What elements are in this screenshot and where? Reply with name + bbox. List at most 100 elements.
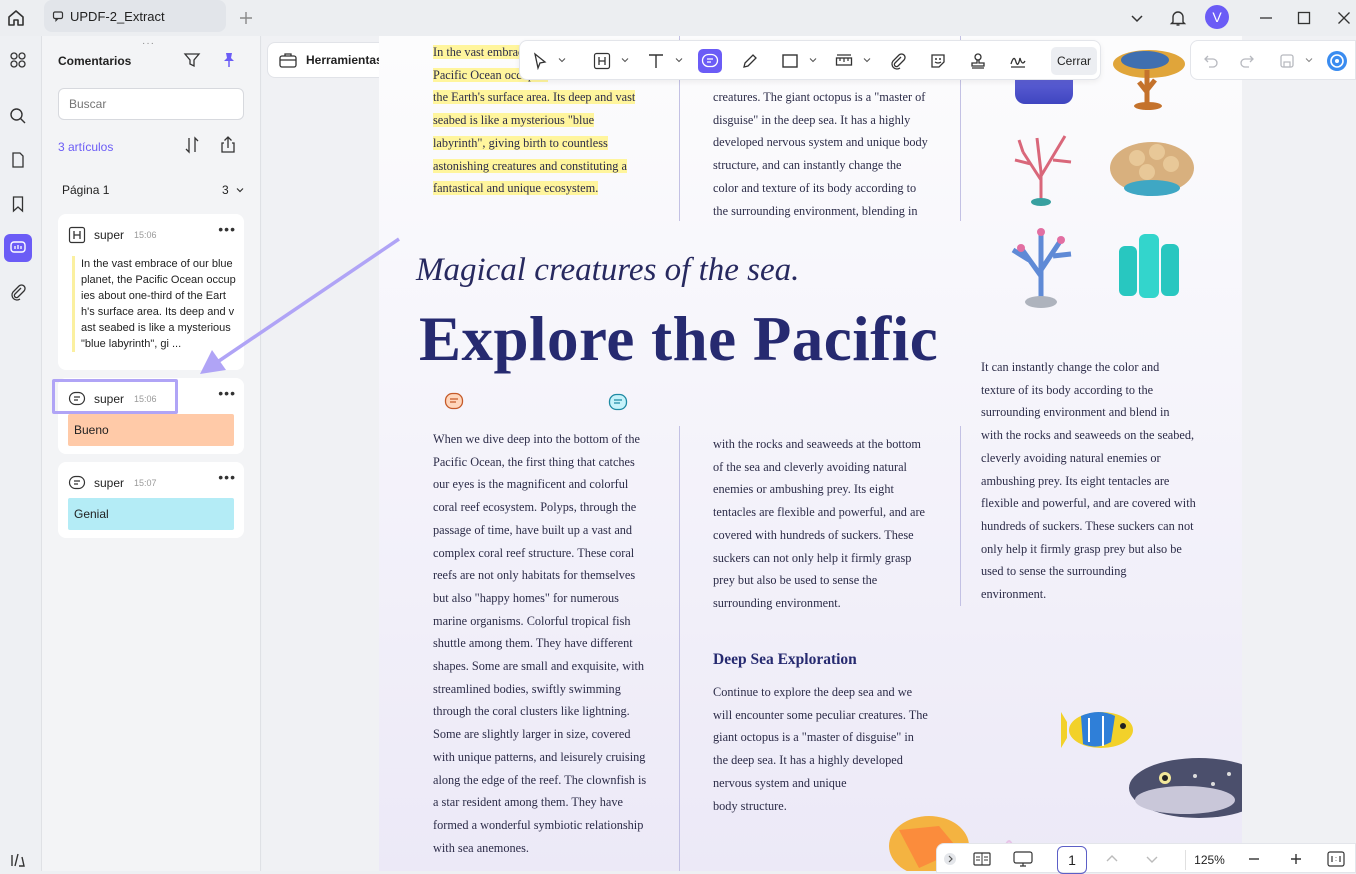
chevron-down-icon[interactable] bbox=[558, 56, 566, 64]
pages-icon[interactable] bbox=[4, 146, 32, 174]
bell-icon[interactable] bbox=[1166, 6, 1190, 30]
text-line: surrounding environment and blend in bbox=[981, 405, 1170, 420]
subtitle-heading: Magical creatures of the sea. bbox=[416, 252, 800, 288]
more-options-icon[interactable]: ••• bbox=[218, 470, 236, 484]
comments-icon[interactable] bbox=[4, 234, 32, 262]
panel-drag-handle[interactable]: ··· bbox=[142, 38, 155, 49]
close-toolbar-button[interactable]: Cerrar bbox=[1051, 47, 1097, 75]
filter-icon[interactable] bbox=[183, 51, 201, 69]
actual-size-icon[interactable] bbox=[1327, 851, 1345, 867]
comment-note-text[interactable]: Genial bbox=[68, 498, 234, 530]
text-line: complex coral reef structure. These cora… bbox=[433, 545, 635, 560]
home-icon[interactable] bbox=[4, 6, 28, 30]
text-line: with unique patterns, and leisurely crui… bbox=[433, 749, 646, 764]
document-tab[interactable]: UPDF-2_Extract bbox=[44, 0, 226, 32]
highlighted-line[interactable]: the Earth's surface area. Its deep and v… bbox=[433, 90, 636, 105]
pufferfish-image bbox=[1125, 748, 1242, 824]
maximize-icon[interactable] bbox=[1292, 6, 1316, 30]
signature-tool-icon[interactable] bbox=[1006, 49, 1030, 73]
page-group-label[interactable]: Página 1 bbox=[62, 183, 109, 197]
rectangle-tool-icon[interactable] bbox=[778, 49, 802, 73]
redo-icon[interactable] bbox=[1235, 49, 1259, 73]
column-main-left: When we dive deep into the bottom of the… bbox=[433, 428, 646, 859]
chevron-down-icon[interactable] bbox=[1125, 6, 1149, 30]
column-top-middle: creatures. The giant octopus is a "maste… bbox=[713, 86, 928, 222]
highlighted-line[interactable]: seabed is like a mysterious "blue bbox=[433, 113, 595, 128]
comment-count: 3 artículos bbox=[58, 140, 114, 154]
comment-tab-icon bbox=[52, 10, 64, 22]
search-icon[interactable] bbox=[4, 102, 32, 130]
close-window-icon[interactable] bbox=[1332, 6, 1356, 30]
text-line: a star resident among them. They have bbox=[433, 795, 623, 810]
column-divider bbox=[960, 426, 961, 606]
text-line: texture of its body according to the bbox=[981, 382, 1154, 397]
comment-quote: In the vast embrace of our blue planet, … bbox=[72, 256, 238, 352]
text-line: our eyes is the magnificent and colorful bbox=[433, 477, 629, 492]
text-line: formed a wonderful symbiotic relationshi… bbox=[433, 817, 644, 832]
ai-assistant-icon[interactable] bbox=[1325, 49, 1349, 73]
attachment-tool-icon[interactable] bbox=[886, 49, 910, 73]
more-options-icon[interactable]: ••• bbox=[218, 386, 236, 400]
sticker-tool-icon[interactable] bbox=[926, 49, 950, 73]
measure-tool-icon[interactable] bbox=[832, 49, 856, 73]
sticky-note-icon-orange[interactable] bbox=[444, 392, 464, 412]
comment-note-text[interactable]: Bueno bbox=[68, 414, 234, 446]
more-options-icon[interactable]: ••• bbox=[218, 222, 236, 236]
expand-arrow-icon[interactable] bbox=[943, 852, 957, 866]
next-page-icon[interactable] bbox=[1145, 852, 1159, 866]
search-input[interactable] bbox=[58, 88, 244, 120]
zoom-level[interactable]: 125% bbox=[1185, 850, 1233, 870]
chevron-down-icon[interactable] bbox=[1305, 56, 1313, 64]
pin-icon[interactable] bbox=[220, 51, 238, 69]
comment-card-note[interactable]: super 15:07 ••• Genial bbox=[58, 462, 244, 538]
chevron-down-icon[interactable] bbox=[621, 56, 629, 64]
text-line: the deep sea. It has a highly developed bbox=[713, 753, 903, 768]
text-tool-icon[interactable] bbox=[644, 49, 668, 73]
text-line: suckers can not only help it firmly gras… bbox=[713, 550, 912, 565]
comment-time: 15:06 bbox=[134, 230, 157, 240]
thumbnails-icon[interactable] bbox=[4, 46, 32, 74]
page-group-chevron-icon[interactable] bbox=[235, 185, 245, 195]
comment-tool-icon[interactable] bbox=[698, 49, 722, 73]
coral-image bbox=[1109, 42, 1189, 112]
presentation-icon[interactable] bbox=[1013, 851, 1033, 867]
annotation-toolbar: Cerrar bbox=[519, 40, 1101, 80]
highlight-tool-icon[interactable] bbox=[590, 49, 614, 73]
page-number-input[interactable]: 1 bbox=[1057, 846, 1087, 874]
new-tab-plus-icon[interactable] bbox=[236, 8, 256, 28]
updf-ai-icon[interactable] bbox=[4, 846, 32, 874]
text-line: will encounter some peculiar creatures. … bbox=[713, 707, 928, 722]
minimize-icon[interactable] bbox=[1254, 6, 1278, 30]
highlight-tool-icon bbox=[68, 226, 86, 244]
chevron-down-icon[interactable] bbox=[809, 56, 817, 64]
text-line: prey but also be used to sense the bbox=[713, 573, 878, 588]
chevron-down-icon[interactable] bbox=[675, 56, 683, 64]
sort-icon[interactable] bbox=[183, 136, 201, 154]
chevron-down-icon[interactable] bbox=[863, 56, 871, 64]
tools-button[interactable]: Herramientas bbox=[267, 42, 390, 78]
previous-page-icon[interactable] bbox=[1105, 852, 1119, 866]
avatar[interactable]: V bbox=[1205, 5, 1229, 29]
save-icon[interactable] bbox=[1275, 49, 1299, 73]
sticky-note-icon-cyan[interactable] bbox=[608, 393, 628, 413]
comment-card-highlight[interactable]: super 15:06 ••• In the vast embrace of o… bbox=[58, 214, 244, 370]
highlighted-line[interactable]: astonishing creatures and constituting a bbox=[433, 158, 627, 173]
stamp-tool-icon[interactable] bbox=[966, 49, 990, 73]
zoom-in-icon[interactable] bbox=[1289, 852, 1303, 866]
highlighted-line[interactable]: labyrinth", giving birth to countless bbox=[433, 135, 608, 150]
toolbox-icon bbox=[278, 50, 298, 70]
bookmark-icon[interactable] bbox=[4, 190, 32, 218]
text-line: Pacific Ocean, the first thing that catc… bbox=[433, 454, 635, 469]
reading-mode-icon[interactable] bbox=[973, 851, 991, 867]
pencil-tool-icon[interactable] bbox=[738, 49, 762, 73]
column-divider bbox=[679, 426, 680, 871]
undo-icon[interactable] bbox=[1199, 49, 1223, 73]
column-main-right: It can instantly change the color and te… bbox=[981, 356, 1196, 606]
highlighted-line[interactable]: In the vast embrace bbox=[433, 45, 529, 59]
export-icon[interactable] bbox=[218, 135, 238, 155]
highlighted-line[interactable]: fantastical and unique ecosystem. bbox=[433, 181, 599, 196]
attachment-icon[interactable] bbox=[4, 278, 32, 306]
zoom-out-icon[interactable] bbox=[1247, 852, 1261, 866]
select-tool-icon[interactable] bbox=[528, 49, 552, 73]
text-line: covered with hundreds of suckers. These bbox=[713, 527, 914, 542]
